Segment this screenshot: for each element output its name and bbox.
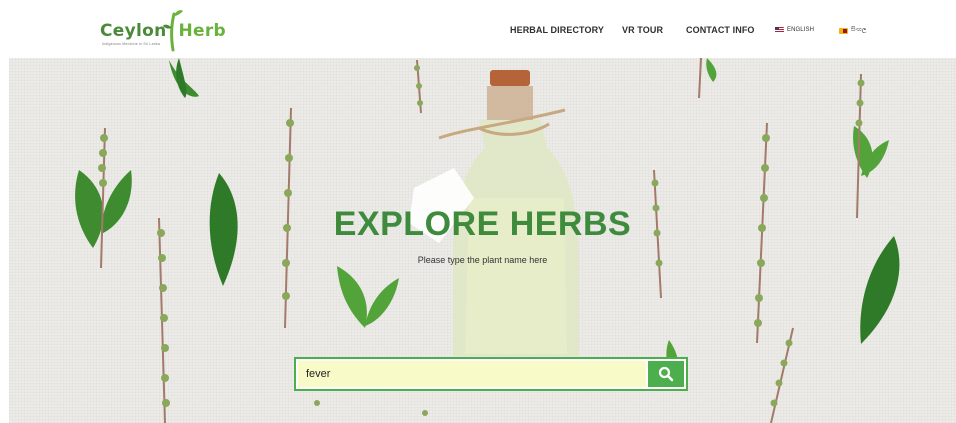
lang-sinhala-label: සිංහල: [851, 27, 867, 33]
sri-lanka-flag-icon: [839, 27, 848, 34]
hero-title: EXPLORE HERBS: [333, 205, 632, 243]
us-flag-icon: [775, 27, 784, 33]
lang-sinhala[interactable]: සිංහල: [839, 27, 866, 34]
hero-banner: EXPLORE HERBS Please type the plant name…: [9, 58, 956, 423]
logo-tagline: Indigenous Medicine in Sri Lanka: [102, 42, 160, 46]
nav-herbal-directory[interactable]: HERBAL DIRECTORY: [510, 25, 604, 35]
nav-contact-info[interactable]: CONTACT INFO: [686, 25, 755, 35]
search-icon: [658, 366, 674, 382]
site-header: Ceylon Herb Indigenous Medicine in Sri La…: [0, 0, 956, 58]
herb-search-form: [294, 357, 688, 391]
hero-subtitle: Please type the plant name here: [417, 255, 548, 265]
herb-search-input[interactable]: [298, 361, 646, 387]
search-button[interactable]: [648, 361, 684, 387]
lang-english[interactable]: ENGLISH: [775, 27, 814, 33]
lang-english-label: ENGLISH: [787, 27, 815, 33]
nav-vr-tour[interactable]: VR TOUR: [622, 25, 663, 35]
main-nav: HERBAL DIRECTORY VR TOUR CONTACT INFO EN…: [0, 25, 956, 39]
